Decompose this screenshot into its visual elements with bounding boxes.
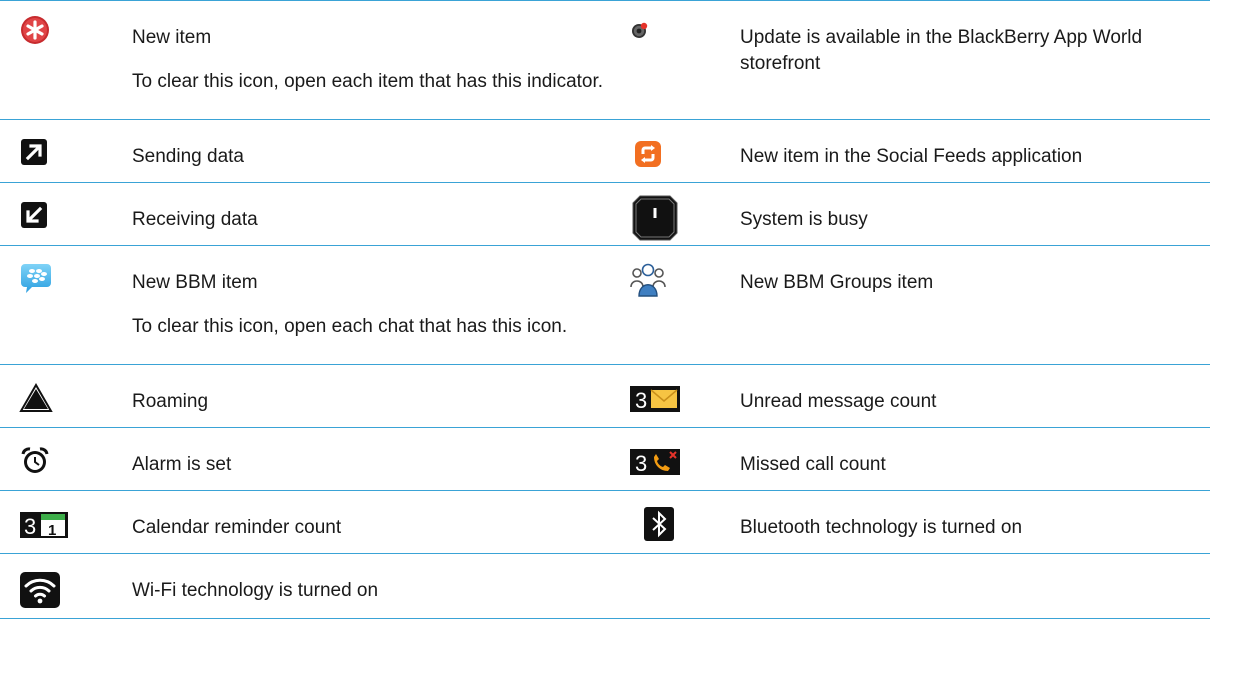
sending-data-icon [20,134,60,174]
indicator-description: New BBM item To clear this icon, open ea… [132,270,622,340]
receiving-data-icon [20,197,60,237]
table-row: New item To clear this icon, open each i… [0,0,1210,119]
description-note: To clear this icon, open each chat that … [132,316,568,337]
description-text: Missed call count [740,454,886,475]
status-indicator-table: New item To clear this icon, open each i… [0,0,1210,619]
calendar-day-label: 1 [48,522,56,539]
table-row: Sending data New item in the Social Feed… [0,119,1210,182]
indicator-description: System is busy [740,207,1180,233]
indicator-description: Calendar reminder count [132,515,622,541]
calendar-reminder-count-icon: 3 1 [20,505,68,545]
table-row: 3 1 Calendar reminder count Bluetooth te… [0,490,1210,553]
description-text: Calendar reminder count [132,517,342,538]
indicator-description: New item in the Social Feeds application [740,144,1180,170]
roaming-icon [19,379,60,419]
indicator-description: New item To clear this icon, open each i… [132,25,622,95]
new-item-icon [20,15,60,55]
description-text: Roaming [132,391,209,412]
bluetooth-icon [628,505,674,545]
description-text: Sending data [132,146,244,167]
description-text: New item [132,27,212,48]
indicator-description: Unread message count [740,389,1180,415]
indicator-description: Roaming [132,389,622,415]
description-text: New item in the Social Feeds application [740,146,1083,167]
count-label: 3 [635,388,647,413]
indicator-description: Sending data [132,144,622,170]
description-text: Receiving data [132,209,258,230]
count-label: 3 [635,451,647,476]
social-feeds-icon [628,134,668,174]
indicator-description: Alarm is set [132,452,622,478]
table-row: Alarm is set 3 Missed call count [0,427,1210,490]
unread-message-count-icon: 3 [628,379,680,419]
table-row: Roaming 3 Unread message count [0,364,1210,427]
app-update-icon [628,15,668,55]
description-text: System is busy [740,209,868,230]
wifi-icon [20,568,60,608]
indicator-description: Update is available in the BlackBerry Ap… [740,25,1180,77]
indicator-description: Wi-Fi technology is turned on [132,578,622,604]
description-text: New BBM item [132,272,258,293]
bbm-groups-icon [628,260,668,300]
description-text: Bluetooth technology is turned on [740,517,1023,538]
indicator-description: New BBM Groups item [740,270,1180,296]
missed-call-count-icon: 3 [628,442,680,482]
description-note: To clear this icon, open each item that … [132,71,604,92]
bbm-icon [20,260,60,300]
indicator-description: Bluetooth technology is turned on [740,515,1180,541]
table-row: Receiving data System is busy [0,182,1210,245]
description-text: Unread message count [740,391,937,412]
description-text: New BBM Groups item [740,272,934,293]
table-row: Wi-Fi technology is turned on [0,553,1210,619]
indicator-description: Receiving data [132,207,622,233]
description-text: Alarm is set [132,454,232,475]
description-text: Update is available in the BlackBerry Ap… [740,27,1143,74]
table-row: New BBM item To clear this icon, open ea… [0,245,1210,364]
indicator-description: Missed call count [740,452,1180,478]
alarm-icon [20,442,60,482]
description-text: Wi-Fi technology is turned on [132,580,379,601]
count-label: 3 [24,514,36,539]
system-busy-icon [628,195,678,241]
